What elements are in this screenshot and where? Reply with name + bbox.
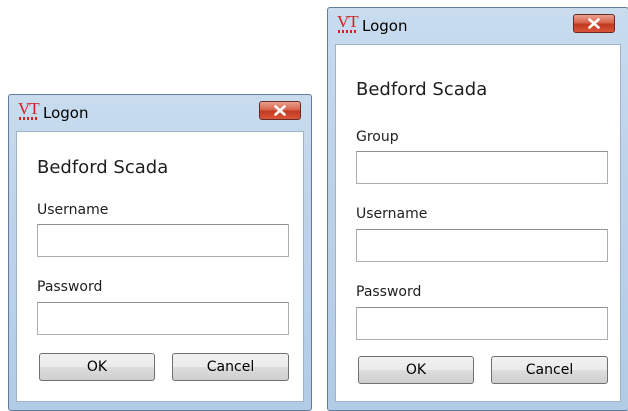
dialog-body: Bedford Scada Group Username Password OK… bbox=[335, 44, 621, 402]
password-input[interactable] bbox=[37, 302, 289, 335]
close-icon bbox=[274, 105, 286, 116]
dialog-body: Bedford Scada Username Password OK Cance… bbox=[16, 131, 304, 402]
username-label: Username bbox=[356, 206, 428, 222]
ok-button[interactable]: OK bbox=[358, 356, 474, 384]
window-title: Logon bbox=[43, 104, 89, 122]
cancel-button[interactable]: Cancel bbox=[172, 353, 289, 381]
title-bar[interactable]: VT Logon bbox=[328, 8, 628, 44]
close-icon bbox=[588, 18, 600, 29]
password-label: Password bbox=[356, 284, 422, 300]
vt-logo-icon: VT bbox=[18, 99, 40, 120]
title-bar[interactable]: VT Logon bbox=[9, 95, 311, 131]
group-label: Group bbox=[356, 129, 399, 145]
password-input[interactable] bbox=[356, 307, 608, 340]
app-name: Bedford Scada bbox=[37, 157, 169, 178]
ok-button[interactable]: OK bbox=[39, 353, 155, 381]
username-label: Username bbox=[37, 202, 109, 218]
username-input[interactable] bbox=[356, 229, 608, 262]
group-input[interactable] bbox=[356, 151, 608, 184]
logon-dialog-right: VT Logon Bedford Scada Group Username Pa… bbox=[327, 7, 628, 411]
cancel-button[interactable]: Cancel bbox=[491, 356, 608, 384]
close-button[interactable] bbox=[573, 14, 615, 33]
vt-logo-icon: VT bbox=[337, 12, 359, 33]
password-label: Password bbox=[37, 279, 103, 295]
window-title: Logon bbox=[362, 17, 408, 35]
username-input[interactable] bbox=[37, 224, 289, 257]
app-name: Bedford Scada bbox=[356, 79, 488, 100]
logon-dialog-left: VT Logon Bedford Scada Username Password… bbox=[8, 94, 312, 411]
close-button[interactable] bbox=[259, 101, 301, 120]
